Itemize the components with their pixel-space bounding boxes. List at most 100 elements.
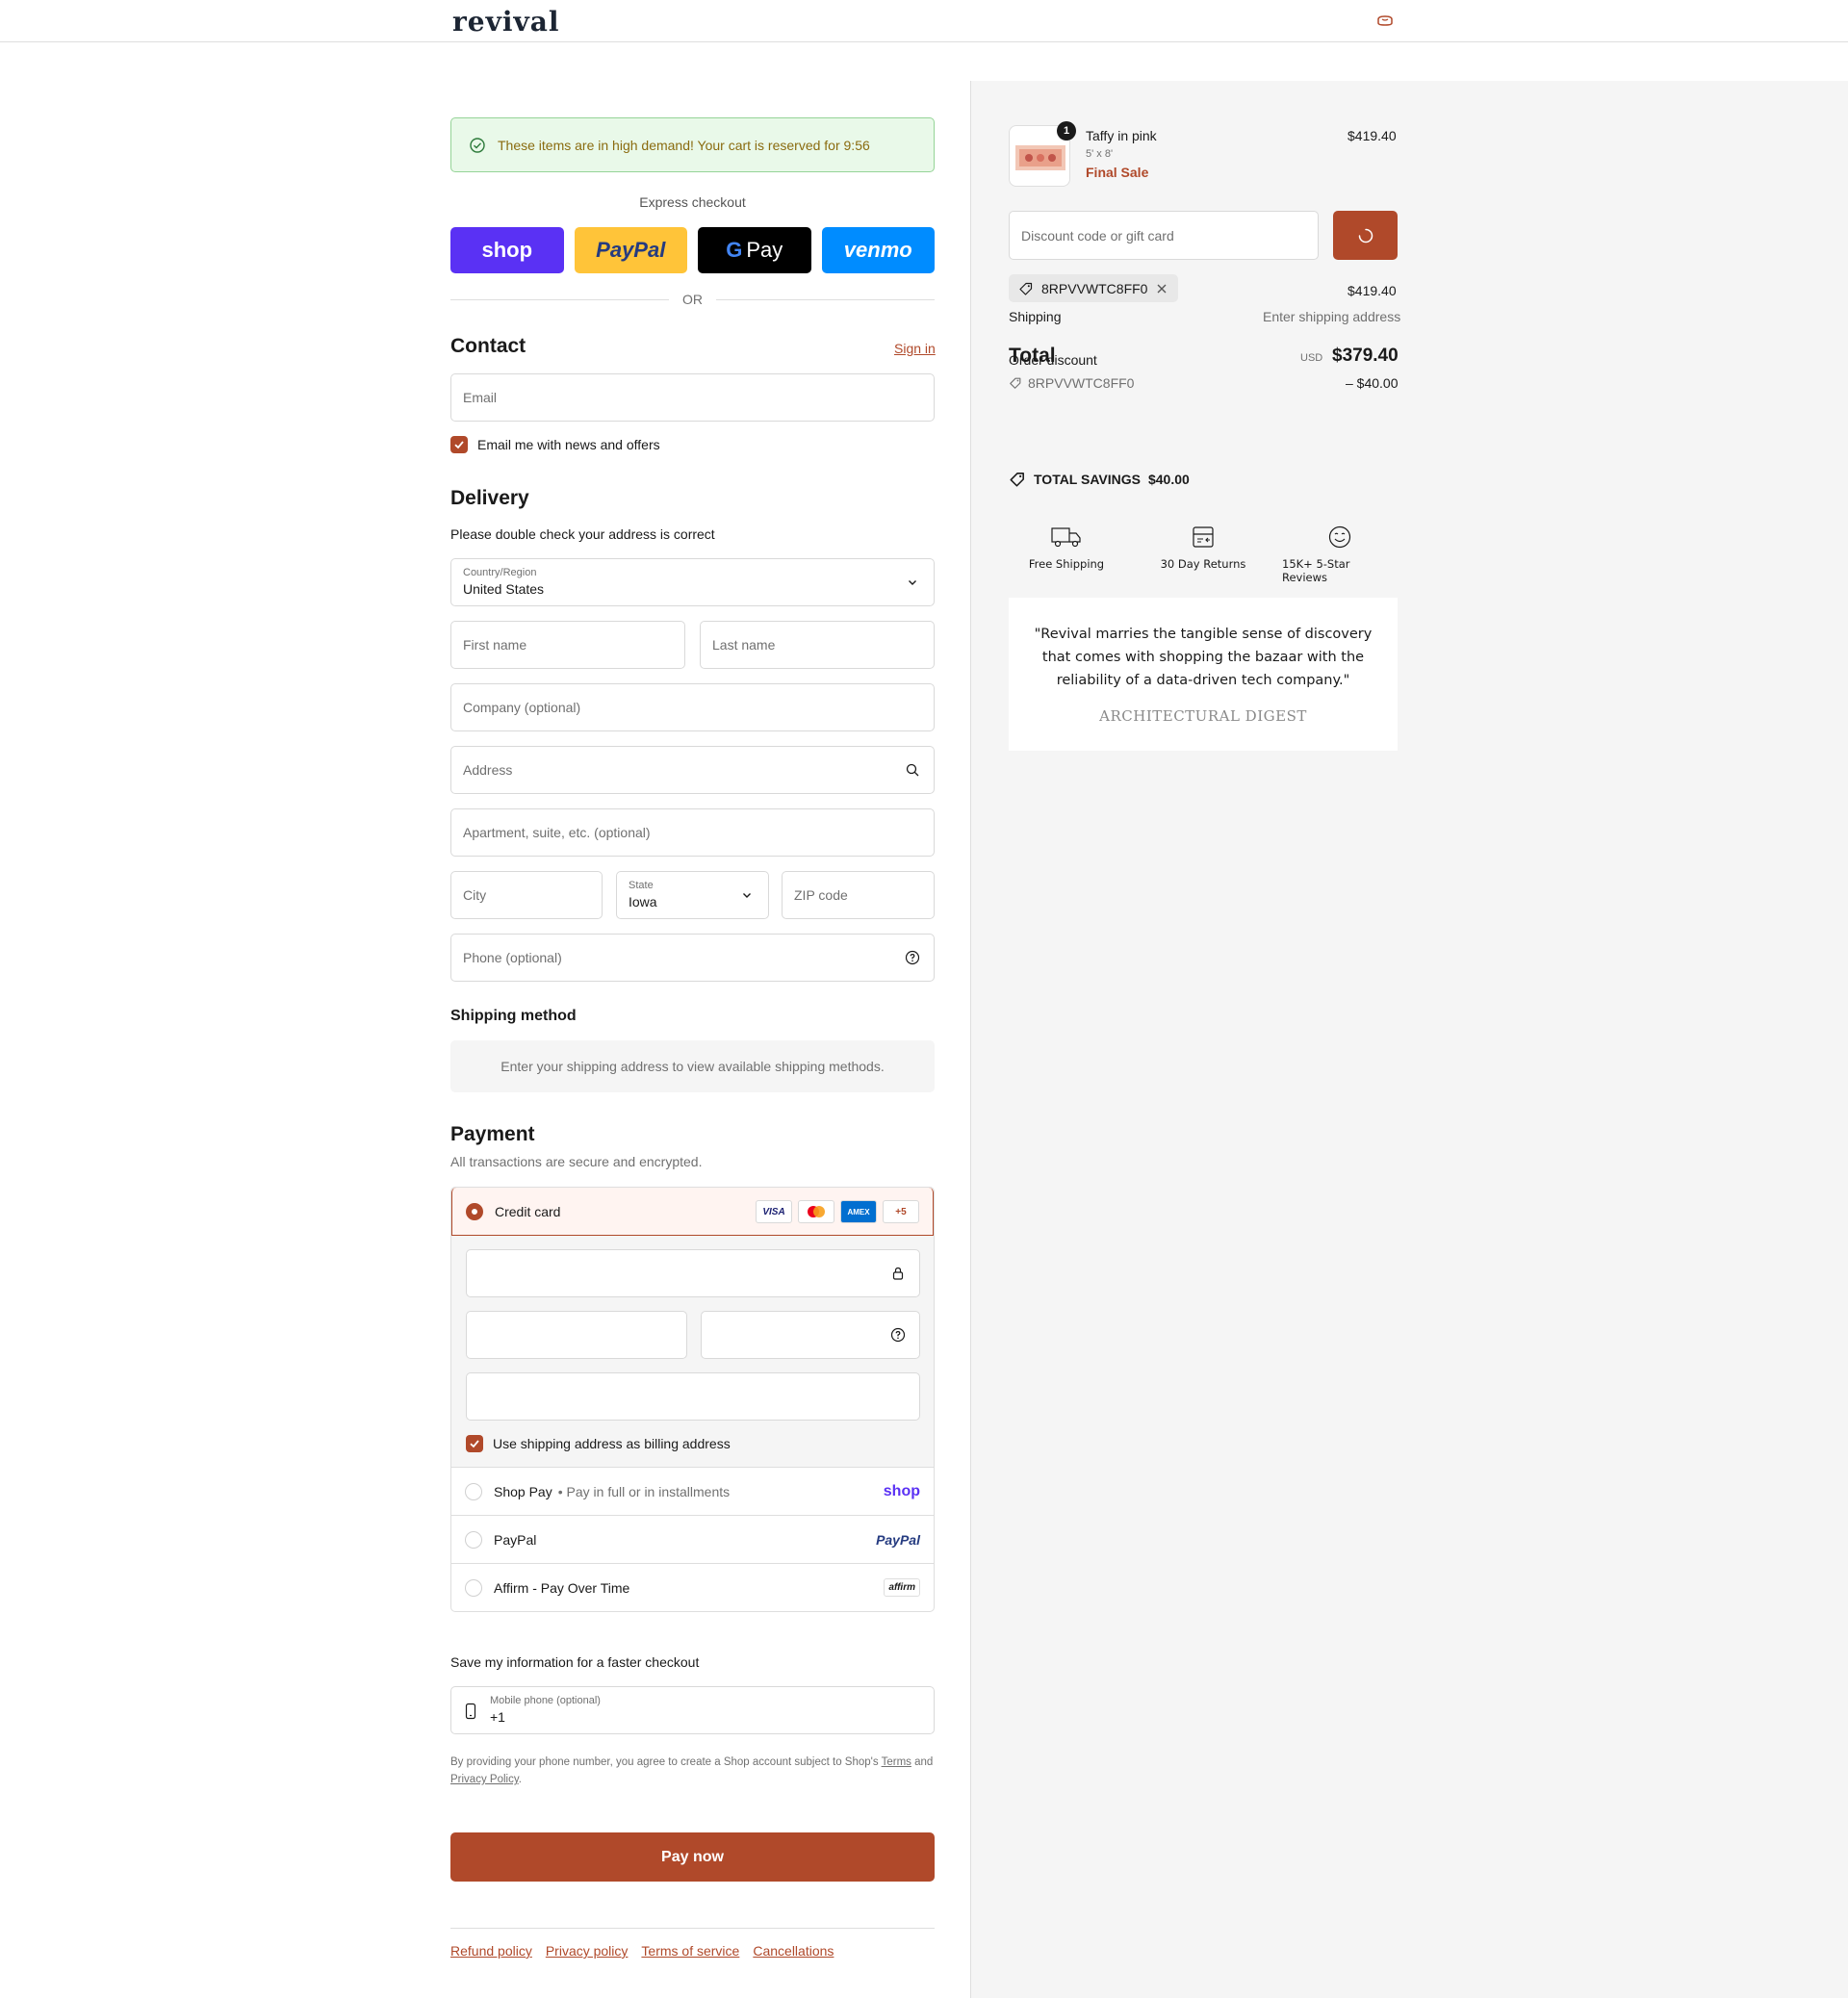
affirm-option[interactable]: Affirm - Pay Over Time affirm bbox=[451, 1563, 934, 1611]
tag-icon bbox=[1019, 282, 1033, 295]
affirm-logo: affirm bbox=[884, 1578, 920, 1597]
discount-code-input[interactable]: Discount code or gift card bbox=[1009, 211, 1319, 260]
billing-same-checkbox[interactable] bbox=[466, 1435, 483, 1452]
close-icon[interactable] bbox=[1155, 282, 1168, 295]
terms-link[interactable]: Terms bbox=[882, 1756, 911, 1768]
bag-icon[interactable] bbox=[1375, 12, 1395, 31]
last-name-field[interactable]: Last name bbox=[700, 621, 935, 669]
order-summary-panel bbox=[970, 81, 1848, 1998]
more-brands-badge: +5 bbox=[883, 1200, 919, 1223]
state-select[interactable]: State Iowa bbox=[616, 871, 769, 919]
apply-discount-button[interactable] bbox=[1333, 211, 1398, 260]
pay-now-button[interactable]: Pay now bbox=[450, 1832, 935, 1882]
google-pay-button[interactable]: G Pay bbox=[698, 227, 811, 273]
email-placeholder: Email bbox=[463, 390, 498, 405]
express-checkout-label: Express checkout bbox=[639, 194, 746, 210]
credit-card-radio[interactable] bbox=[466, 1202, 483, 1220]
perk-reviews: 15K+ 5-Star Reviews bbox=[1282, 525, 1398, 584]
shop-pay-button[interactable]: shop bbox=[450, 227, 564, 273]
first-name-placeholder: First name bbox=[463, 637, 527, 653]
visa-icon: VISA bbox=[756, 1200, 792, 1223]
name-on-card-field[interactable] bbox=[466, 1372, 920, 1421]
credit-card-option[interactable]: Credit card VISA AMEX +5 bbox=[451, 1188, 934, 1236]
country-select[interactable]: Country/Region United States bbox=[450, 558, 935, 606]
privacy-policy-link[interactable]: Privacy policy bbox=[546, 1943, 629, 1959]
check-circle-icon bbox=[470, 137, 485, 153]
press-quote-card: "Revival marries the tangible sense of d… bbox=[1009, 598, 1398, 751]
shop-pay-radio[interactable] bbox=[465, 1482, 482, 1500]
discount-value: – $40.00 bbox=[1346, 375, 1399, 391]
card-number-field[interactable] bbox=[466, 1249, 920, 1297]
newsletter-checkbox[interactable] bbox=[450, 436, 468, 453]
mobile-phone-field[interactable]: Mobile phone (optional) +1 bbox=[450, 1686, 935, 1734]
express-buttons: shop PayPal G Pay venmo bbox=[450, 227, 935, 273]
payment-subtitle: All transactions are secure and encrypte… bbox=[450, 1154, 703, 1169]
security-code-field[interactable] bbox=[701, 1311, 920, 1359]
city-field[interactable]: City bbox=[450, 871, 603, 919]
apartment-field[interactable]: Apartment, suite, etc. (optional) bbox=[450, 808, 935, 857]
card-brands: VISA AMEX +5 bbox=[756, 1200, 919, 1223]
shop-pay-option[interactable]: Shop Pay • Pay in full or in installment… bbox=[451, 1467, 934, 1515]
phone-field[interactable]: Phone (optional) bbox=[450, 934, 935, 982]
item-price: $419.40 bbox=[1348, 128, 1397, 143]
chevron-down-icon bbox=[743, 893, 751, 898]
billing-same-row[interactable]: Use shipping address as billing address bbox=[466, 1435, 731, 1452]
delivery-heading: Delivery bbox=[450, 487, 529, 509]
shop-pay-sub: • Pay in full or in installments bbox=[557, 1483, 731, 1499]
expiration-field[interactable] bbox=[466, 1311, 687, 1359]
newsletter-checkbox-row[interactable]: Email me with news and offers bbox=[450, 436, 660, 453]
zip-field[interactable]: ZIP code bbox=[782, 871, 935, 919]
save-info-heading: Save my information for a faster checkou… bbox=[450, 1654, 700, 1670]
truck-icon bbox=[1051, 527, 1081, 548]
press-source: ARCHITECTURAL DIGEST bbox=[1099, 707, 1307, 725]
affirm-radio[interactable] bbox=[465, 1578, 482, 1597]
discount-code-text: 8RPVVWTC8FF0 bbox=[1028, 375, 1135, 391]
press-quote: "Revival marries the tangible sense of d… bbox=[1034, 627, 1373, 688]
company-field[interactable]: Company (optional) bbox=[450, 683, 935, 731]
refund-policy-link[interactable]: Refund policy bbox=[450, 1943, 532, 1959]
state-value: Iowa bbox=[629, 894, 657, 909]
address-note: Please double check your address is corr… bbox=[450, 526, 715, 542]
privacy-link[interactable]: Privacy Policy bbox=[450, 1774, 519, 1785]
first-name-field[interactable]: First name bbox=[450, 621, 685, 669]
footer-divider bbox=[450, 1928, 935, 1929]
checkmark-icon bbox=[454, 441, 464, 449]
company-placeholder: Company (optional) bbox=[463, 700, 581, 715]
country-label: Country/Region bbox=[463, 567, 537, 578]
shipping-method-heading: Shipping method bbox=[450, 1008, 577, 1024]
shipping-label: Shipping bbox=[1009, 309, 1062, 324]
billing-same-label: Use shipping address as billing address bbox=[493, 1436, 731, 1451]
paypal-option[interactable]: PayPal PayPal bbox=[451, 1515, 934, 1563]
savings-label: TOTAL SAVINGS bbox=[1034, 472, 1141, 487]
mobile-value: +1 bbox=[490, 1709, 505, 1725]
subtotal-value: $419.40 bbox=[1348, 283, 1397, 298]
card-form: Use shipping address as billing address bbox=[451, 1236, 934, 1467]
total-savings: TOTAL SAVINGS $40.00 bbox=[1009, 471, 1190, 488]
contact-heading: Contact bbox=[450, 335, 526, 357]
revival-logo[interactable]: revival bbox=[452, 6, 560, 38]
final-sale-tag: Final Sale bbox=[1086, 165, 1149, 180]
affirm-label: Affirm - Pay Over Time bbox=[494, 1579, 630, 1596]
discount-code-row: 8RPVVWTC8FF0 bbox=[1009, 375, 1134, 391]
help-circle-icon[interactable] bbox=[905, 950, 920, 965]
chevron-down-icon bbox=[909, 580, 916, 585]
paypal-radio[interactable] bbox=[465, 1530, 482, 1549]
paypal-button[interactable]: PayPal bbox=[574, 227, 687, 273]
address-field[interactable]: Address bbox=[450, 746, 935, 794]
return-box-icon bbox=[1193, 526, 1214, 548]
terms-of-service-link[interactable]: Terms of service bbox=[641, 1943, 739, 1959]
email-field[interactable]: Email bbox=[450, 373, 935, 422]
help-circle-icon[interactable] bbox=[890, 1327, 906, 1343]
perk-returns: 30 Day Returns bbox=[1145, 525, 1261, 584]
cancellations-link[interactable]: Cancellations bbox=[753, 1943, 834, 1959]
lock-icon bbox=[892, 1267, 904, 1280]
paypal-logo: PayPal bbox=[876, 1531, 920, 1548]
quantity-badge: 1 bbox=[1057, 121, 1076, 141]
smiley-icon bbox=[1328, 525, 1351, 549]
venmo-button[interactable]: venmo bbox=[821, 227, 935, 273]
perks-row: Free Shipping 30 Day Returns 15K+ 5-Star… bbox=[1009, 525, 1398, 584]
cart-reserved-banner: These items are in high demand! Your car… bbox=[450, 117, 935, 172]
total-currency: USD bbox=[1300, 352, 1323, 364]
sign-in-link[interactable]: Sign in bbox=[894, 341, 936, 356]
zip-placeholder: ZIP code bbox=[794, 887, 848, 903]
